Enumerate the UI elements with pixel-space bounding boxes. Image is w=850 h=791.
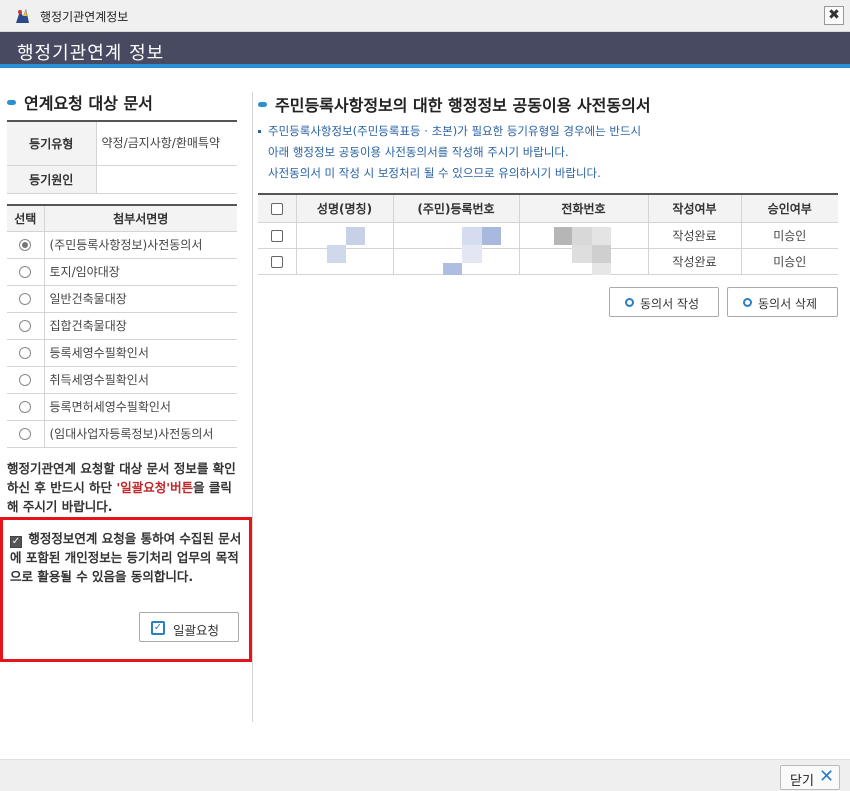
masked-reg-number-cell [392,244,519,275]
bulk-request-label: 일괄요청 [173,623,220,638]
document-name: (주민등록사항정보)사전동의서 [43,231,237,259]
column-header-select: 선택 [7,205,44,232]
document-row[interactable]: (주민등록사항정보)사전동의서 [7,231,237,259]
grid-header-row: 성명(명칭) (주민)등록번호 전화번호 작성여부 승인여부 [258,194,838,223]
approval-cell: 미승인 [740,248,838,275]
delete-consent-label: 동의서 삭제 [758,297,818,311]
masked-phone-cell [518,244,648,275]
document-row[interactable]: 토지/임야대장 [7,258,237,286]
info-row: 등기원인 [7,165,237,194]
masked-reg-number-cell [392,222,519,249]
window-title: 행정기관연계정보 [40,10,129,24]
section-bullet-icon [258,102,267,107]
description-line: 아래 행정정보 공동이용 사전동의서를 작성해 주시기 바랍니다. [268,145,569,159]
description-line: 사전동의서 미 작성 시 보정처리 될 수 있으므로 유의하시기 바랍니다. [268,166,601,180]
grid-row[interactable]: 작성완료 미승인 [258,244,838,275]
right-section-title: 주민등록사항정보의 대한 행정정보 공동이용 사전동의서 [258,92,651,116]
document-name: 등록세영수필확인서 [43,339,237,367]
circle-icon [743,298,752,307]
consent-box: ✓ 행정정보연계 요청을 통하여 수집된 문서에 포함된 개인정보는 등기처리 … [0,517,252,662]
row-checkbox[interactable] [270,255,283,268]
document-radio[interactable] [19,401,32,413]
approval-cell: 미승인 [740,222,838,249]
masked-name-cell [295,244,393,275]
page-title: 행정기관연계 정보 [17,43,165,64]
document-radio[interactable] [19,266,32,278]
status-cell: 작성완료 [647,248,741,275]
column-header-phone: 전화번호 [518,194,648,223]
delete-consent-button[interactable]: 동의서 삭제 [727,287,838,317]
document-radio[interactable] [19,347,32,359]
close-label: 닫기 [790,774,814,789]
left-section-title-text: 연계요청 대상 문서 [24,94,153,113]
document-radio[interactable] [19,239,32,251]
bulk-request-notice: 행정기관연계 요청할 대상 문서 정보를 확인하신 후 반드시 하단 '일괄요청… [7,459,239,516]
document-radio[interactable] [19,428,32,440]
select-all-checkbox[interactable] [270,202,283,215]
document-radio[interactable] [19,293,32,305]
right-section-title-text: 주민등록사항정보의 대한 행정정보 공동이용 사전동의서 [275,96,651,115]
document-name: (임대사업자등록정보)사전동의서 [43,420,237,448]
section-bullet-icon [7,100,16,105]
document-radio[interactable] [19,374,32,386]
column-header-approval: 승인여부 [740,194,838,223]
circle-icon [625,298,634,307]
notice-highlight: '일괄요청'버튼 [116,480,194,495]
description-text: 주민등록사항정보(주민등록표등 · 초본)가 필요한 등기유형일 경우에는 반드… [268,124,642,138]
info-value: 약정/금지사항/환매특약 [95,121,237,166]
page-header: 행정기관연계 정보 [0,32,850,68]
panel-divider [252,92,253,722]
bullet-dot-icon [258,130,261,133]
close-button[interactable]: 닫기 ✕ [780,765,840,790]
bulk-request-button[interactable]: ✓ 일괄요청 [139,612,239,642]
window-close-button[interactable]: ✖ [824,6,844,25]
document-select-table: 선택 첨부서면명 (주민등록사항정보)사전동의서 토지/임야대장 일반건축물대장… [7,204,237,448]
consent-description: 주민등록사항정보(주민등록표등 · 초본)가 필요한 등기유형일 경우에는 반드… [258,121,838,184]
info-label: 등기유형 [7,121,96,166]
column-header-status: 작성여부 [647,194,741,223]
document-row[interactable]: 등록세영수필확인서 [7,339,237,367]
document-name: 등록면허세영수필확인서 [43,393,237,421]
document-row[interactable]: 등록면허세영수필확인서 [7,393,237,421]
document-name: 집합건축물대장 [43,312,237,340]
document-row[interactable]: 취득세영수필확인서 [7,366,237,394]
document-row[interactable]: 집합건축물대장 [7,312,237,340]
column-header-document-name: 첨부서면명 [43,205,237,232]
dialog-footer: 닫기 ✕ [0,759,850,791]
info-row: 등기유형 약정/금지사항/환매특약 [7,121,237,166]
consent-checkbox[interactable]: ✓ [10,536,22,548]
column-header-reg-number: (주민)등록번호 [392,194,519,223]
write-consent-button[interactable]: 동의서 작성 [609,287,719,317]
app-logo-icon [16,9,29,23]
document-name: 취득세영수필확인서 [43,366,237,394]
document-row[interactable]: (임대사업자등록정보)사전동의서 [7,420,237,448]
window-titlebar: 행정기관연계정보 ✖ [0,0,850,32]
info-label: 등기원인 [7,165,96,194]
row-checkbox[interactable] [270,229,283,242]
left-section-title: 연계요청 대상 문서 [7,90,153,114]
consent-text: 행정정보연계 요청을 통하여 수집된 문서에 포함된 개인정보는 등기처리 업무… [10,531,242,584]
status-cell: 작성완료 [647,222,741,249]
registration-info-table: 등기유형 약정/금지사항/환매특약 등기원인 [7,120,237,194]
write-consent-label: 동의서 작성 [640,297,700,311]
checkbox-icon: ✓ [151,621,165,635]
consent-statement: ✓ 행정정보연계 요청을 통하여 수집된 문서에 포함된 개인정보는 등기처리 … [10,529,246,586]
description-line: 주민등록사항정보(주민등록표등 · 초본)가 필요한 등기유형일 경우에는 반드… [258,121,838,142]
table-header-row: 선택 첨부서면명 [7,205,237,232]
document-name: 일반건축물대장 [43,285,237,313]
document-name: 토지/임야대장 [43,258,237,286]
info-value [95,165,237,194]
document-row[interactable]: 일반건축물대장 [7,285,237,313]
consent-grid: 성명(명칭) (주민)등록번호 전화번호 작성여부 승인여부 작성완료 미승인 … [258,193,838,275]
document-radio[interactable] [19,320,32,332]
close-icon: ✕ [819,766,835,787]
column-header-name: 성명(명칭) [295,194,393,223]
